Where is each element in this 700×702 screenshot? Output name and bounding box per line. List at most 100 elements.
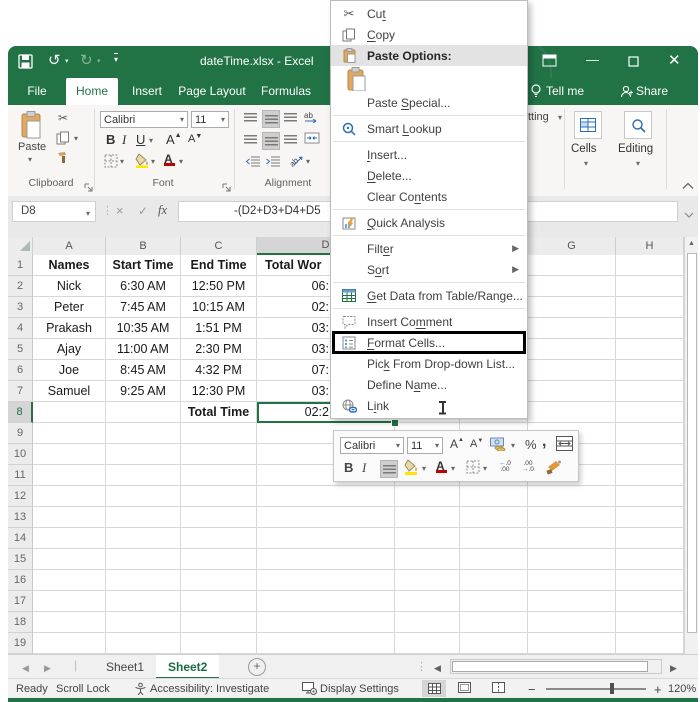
cell-B2[interactable]: 6:30 AM (106, 276, 181, 297)
cell-B19[interactable] (106, 633, 181, 654)
cell-B11[interactable] (106, 465, 181, 486)
ribbon-display-options-icon[interactable] (542, 54, 557, 72)
cell-G4[interactable] (528, 318, 616, 339)
cell-A6[interactable]: Joe (33, 360, 106, 381)
vertical-scrollbar[interactable]: ▲ (684, 237, 698, 654)
font-size-combo[interactable]: 11 ▾ (191, 111, 229, 128)
cell-G7[interactable] (528, 381, 616, 402)
cell-G13[interactable] (528, 507, 616, 528)
cell-H14[interactable] (616, 528, 684, 549)
cell-C17[interactable] (181, 591, 257, 612)
cell-H5[interactable] (616, 339, 684, 360)
cell-D15[interactable] (257, 549, 395, 570)
row-header-14[interactable]: 14 (8, 528, 33, 549)
paste-button-icon[interactable] (20, 111, 42, 144)
formatting-dropdown-icon[interactable]: ▾ (558, 113, 562, 122)
mini-decrease-font-icon[interactable]: A▼ (470, 438, 483, 450)
cell-B1[interactable]: Start Time (106, 255, 181, 276)
cell-C9[interactable] (181, 423, 257, 444)
fill-color-dropdown-icon[interactable]: ▾ (151, 157, 155, 166)
cell-G18[interactable] (528, 612, 616, 633)
redo-dropdown-icon[interactable]: ▾ (97, 57, 101, 65)
collapse-ribbon-icon[interactable] (682, 177, 694, 195)
copy-icon[interactable] (56, 131, 70, 150)
status-display-settings[interactable]: Display Settings (320, 683, 399, 695)
menu-item-paste-options[interactable]: Paste Options: (331, 45, 527, 66)
column-header-A[interactable]: A (33, 237, 106, 255)
font-dialog-launcher-icon[interactable] (222, 179, 231, 197)
redo-icon[interactable]: ↻ (80, 51, 93, 69)
cell-C2[interactable]: 12:50 PM (181, 276, 257, 297)
cell-C14[interactable] (181, 528, 257, 549)
cell-G2[interactable] (528, 276, 616, 297)
tell-me[interactable]: Tell me (546, 78, 584, 105)
orientation-icon[interactable]: ab (288, 153, 304, 172)
cell-F18[interactable] (460, 612, 528, 633)
cell-C12[interactable] (181, 486, 257, 507)
increase-font-icon[interactable]: A▲ (166, 132, 182, 147)
row-header-18[interactable]: 18 (8, 612, 33, 633)
cell-C1[interactable]: End Time (181, 255, 257, 276)
sheet-tab-sheet2[interactable]: Sheet2 (156, 655, 220, 679)
copy-dropdown-icon[interactable]: ▾ (74, 134, 78, 143)
cell-B16[interactable] (106, 570, 181, 591)
cell-H2[interactable] (616, 276, 684, 297)
horizontal-scroll-thumb[interactable] (452, 661, 648, 672)
cell-G16[interactable] (528, 570, 616, 591)
row-header-13[interactable]: 13 (8, 507, 33, 528)
cell-E16[interactable] (395, 570, 460, 591)
cell-F19[interactable] (460, 633, 528, 654)
cell-B18[interactable] (106, 612, 181, 633)
cell-E13[interactable] (395, 507, 460, 528)
share[interactable]: Share (636, 78, 668, 105)
row-header-7[interactable]: 7 (8, 381, 33, 402)
customize-qat-icon[interactable]: ▾ (114, 53, 119, 64)
cell-A8[interactable] (33, 402, 106, 423)
cell-A13[interactable] (33, 507, 106, 528)
cell-H1[interactable] (616, 255, 684, 276)
cells-button[interactable]: Cells (571, 143, 597, 155)
borders-icon[interactable] (104, 154, 118, 173)
cell-A1[interactable]: Names (33, 255, 106, 276)
percent-style-icon[interactable]: % (525, 437, 537, 452)
menu-item-link[interactable]: Link (331, 395, 527, 416)
row-header-9[interactable]: 9 (8, 423, 33, 444)
menu-item-insert-comment[interactable]: Insert Comment (331, 311, 527, 332)
cell-C5[interactable]: 2:30 PM (181, 339, 257, 360)
cell-A7[interactable]: Samuel (33, 381, 106, 402)
row-header-3[interactable]: 3 (8, 297, 33, 318)
font-color-dropdown-icon[interactable]: ▾ (179, 157, 183, 166)
tab-formulas[interactable]: Formulas (254, 78, 318, 105)
clipboard-dialog-launcher-icon[interactable] (84, 179, 93, 197)
menu-item-define-name[interactable]: Define Name... (331, 374, 527, 395)
zoom-out-icon[interactable]: − (528, 682, 536, 697)
underline-dropdown-icon[interactable]: ▾ (149, 136, 153, 145)
hscroll-left-icon[interactable]: ◀ (434, 663, 441, 674)
menu-item-filter[interactable]: Filter ▶ (331, 238, 527, 259)
insert-function-icon[interactable]: fx (158, 203, 167, 218)
zoom-slider-thumb[interactable] (610, 683, 614, 694)
expand-formula-bar-icon[interactable] (684, 206, 694, 224)
row-header-5[interactable]: 5 (8, 339, 33, 360)
cell-D18[interactable] (257, 612, 395, 633)
cell-H10[interactable] (616, 444, 684, 465)
cell-E18[interactable] (395, 612, 460, 633)
horizontal-scrollbar[interactable] (450, 659, 662, 674)
row-header-8[interactable]: 8 (8, 402, 33, 423)
menu-item-paste-special[interactable]: Paste Special... (331, 92, 527, 113)
cell-C8[interactable]: Total Time (181, 402, 257, 423)
align-middle-icon[interactable] (262, 110, 280, 128)
save-icon[interactable] (18, 54, 33, 74)
cell-G5[interactable] (528, 339, 616, 360)
accessibility-icon[interactable] (134, 682, 147, 698)
row-header-10[interactable]: 10 (8, 444, 33, 465)
cell-B17[interactable] (106, 591, 181, 612)
cell-G3[interactable] (528, 297, 616, 318)
cell-D14[interactable] (257, 528, 395, 549)
menu-item-cut[interactable]: ✂ Cut (331, 3, 527, 24)
cell-G12[interactable] (528, 486, 616, 507)
tell-me-icon[interactable] (530, 84, 542, 104)
underline-button[interactable]: U (136, 132, 145, 147)
cell-F12[interactable] (460, 486, 528, 507)
scroll-up-icon[interactable]: ▲ (688, 240, 695, 247)
